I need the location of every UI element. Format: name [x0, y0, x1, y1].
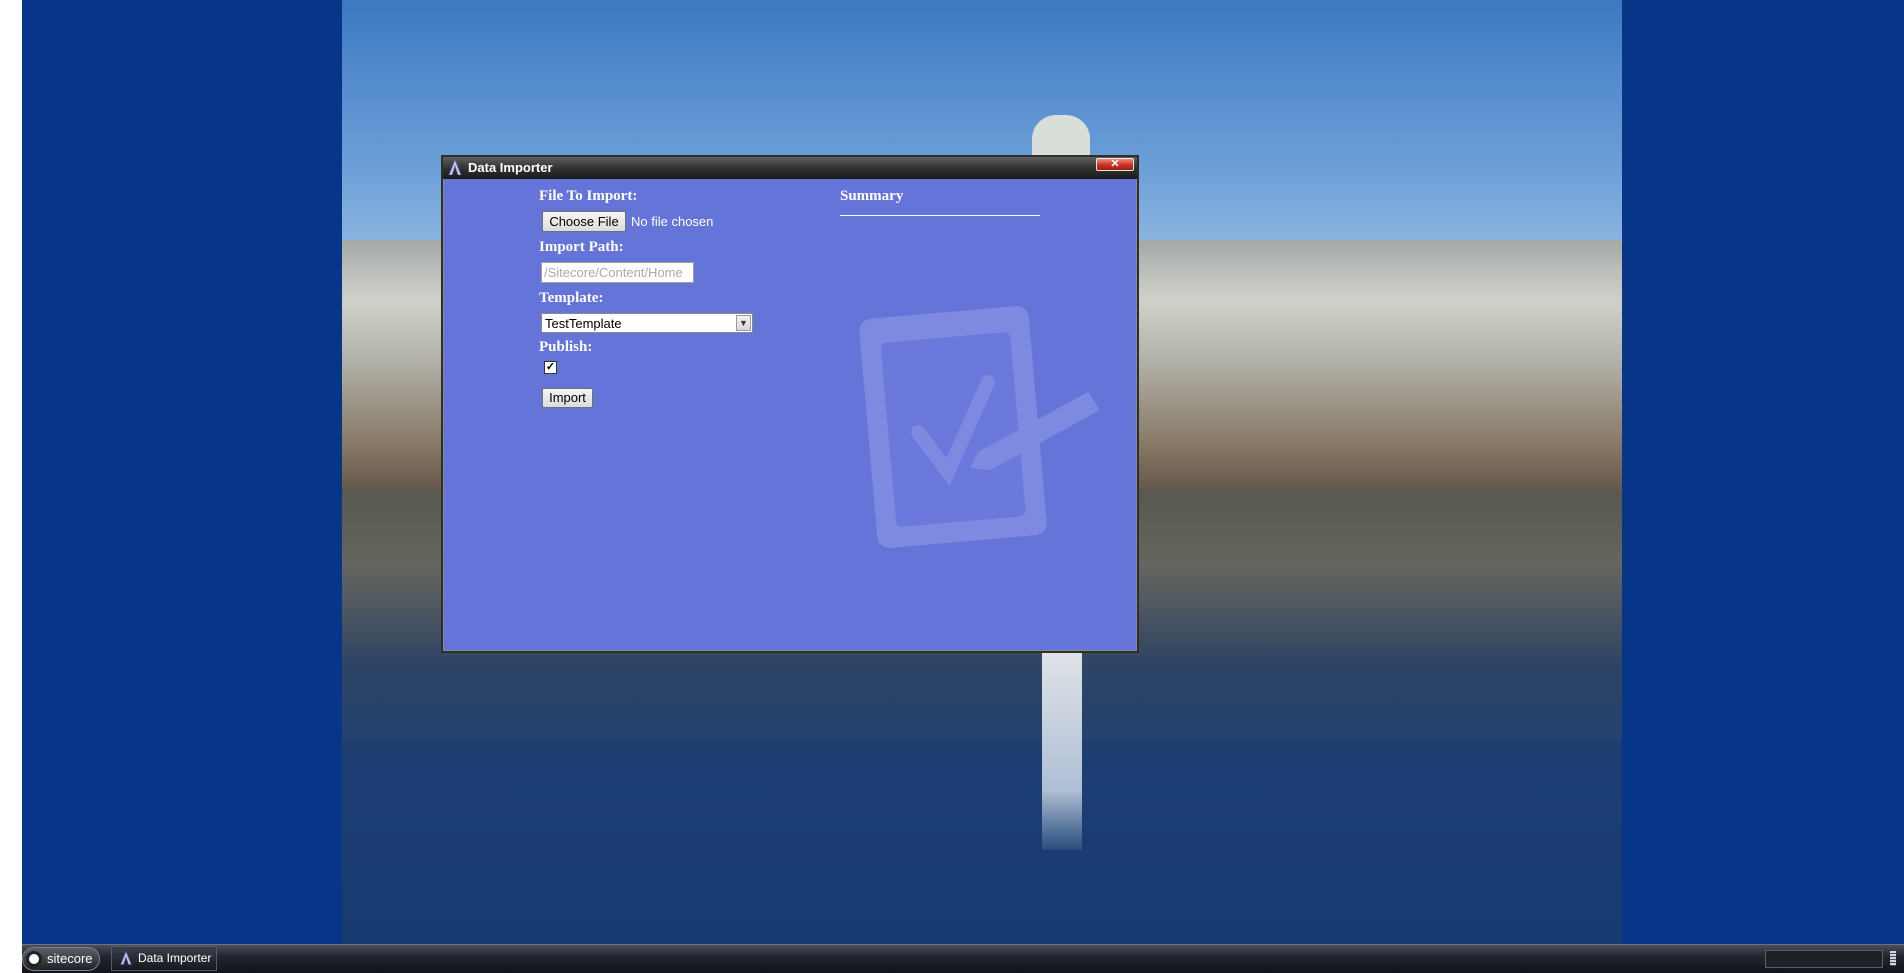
- taskbar-item-label: Data Importer: [138, 951, 212, 965]
- publish-label: Publish:: [539, 339, 593, 355]
- checkmark-icon: ✓: [545, 361, 556, 373]
- tray-grip-icon[interactable]: [1890, 951, 1896, 966]
- wallpaper-lighthouse: [1032, 115, 1090, 155]
- import-path-label: Import Path:: [539, 239, 624, 255]
- import-path-input[interactable]: [541, 262, 694, 283]
- checklist-watermark-icon: [859, 306, 1100, 548]
- start-label: sitecore: [47, 951, 93, 966]
- template-selected-value: TestTemplate: [545, 316, 622, 331]
- file-to-import-label: File To Import:: [539, 188, 638, 204]
- summary-divider: [840, 215, 1040, 216]
- taskbar: sitecore Data Importer: [22, 944, 1904, 973]
- sitecore-app-icon: [448, 160, 462, 175]
- publish-checkbox[interactable]: ✓: [544, 361, 557, 374]
- template-select[interactable]: TestTemplate ▼: [541, 313, 753, 333]
- wallpaper-lighthouse-reflection: [1042, 650, 1082, 850]
- window-titlebar[interactable]: Data Importer ✕: [443, 157, 1137, 179]
- template-label: Template:: [539, 290, 604, 306]
- chevron-down-icon[interactable]: ▼: [736, 315, 751, 331]
- sitecore-logo-icon: [26, 951, 42, 967]
- desktop: Data Importer ✕ File To Import: Choose F…: [22, 0, 1904, 944]
- close-button[interactable]: ✕: [1096, 158, 1134, 171]
- tray-area[interactable]: [1765, 950, 1883, 968]
- import-button[interactable]: Import: [542, 388, 593, 408]
- sitecore-app-icon: [120, 951, 132, 965]
- data-importer-window: Data Importer ✕ File To Import: Choose F…: [441, 155, 1139, 653]
- taskbar-item-data-importer[interactable]: Data Importer: [111, 946, 217, 971]
- summary-title: Summary: [840, 188, 904, 204]
- close-icon: ✕: [1110, 158, 1120, 170]
- start-button[interactable]: sitecore: [22, 947, 100, 971]
- window-title: Data Importer: [468, 160, 553, 175]
- file-status-text: No file chosen: [631, 214, 714, 229]
- choose-file-button[interactable]: Choose File: [542, 211, 626, 232]
